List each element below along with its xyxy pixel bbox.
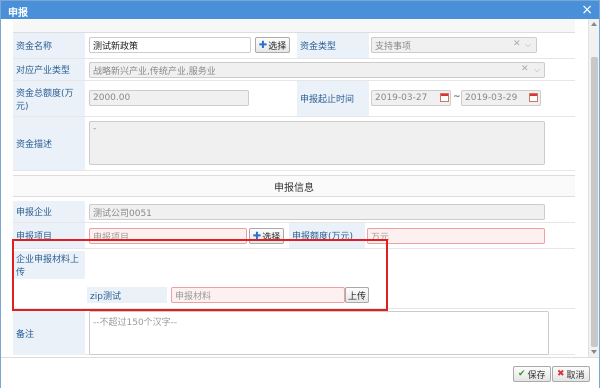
- save-button[interactable]: ✔ 保存: [513, 366, 551, 382]
- fund-type-value: 支持事项: [375, 41, 412, 52]
- row-remark: 备注 --不超过150个汉字--: [13, 309, 575, 355]
- save-label: 保存: [527, 370, 546, 381]
- highlight-box: [12, 239, 388, 311]
- remark-label: 备注: [13, 311, 85, 355]
- scroll-thumb[interactable]: [591, 57, 598, 347]
- desc-label: 资金描述: [13, 117, 85, 170]
- clear-icon[interactable]: ✕: [513, 39, 521, 49]
- dialog-titlebar: 申报 ×: [1, 1, 599, 19]
- fund-select-button[interactable]: ✚ 选择: [255, 37, 290, 53]
- row-company: 申报企业 测试公司0051: [13, 201, 575, 223]
- fund-name-input[interactable]: 测试新政策: [89, 37, 251, 53]
- row-fund-name: 资金名称 测试新政策 ✚ 选择 资金类型 支持事项 ✕ ⌵: [13, 33, 575, 59]
- company-label: 申报企业: [13, 201, 85, 222]
- section-header-top: [13, 19, 575, 33]
- clear-icon[interactable]: ✕: [521, 64, 529, 74]
- cancel-button[interactable]: ✖ 取消: [552, 366, 590, 382]
- total-input[interactable]: 2000.00: [89, 90, 249, 106]
- dialog-footer: ✔ 保存 ✖ 取消: [1, 357, 599, 388]
- calendar-icon[interactable]: [529, 93, 538, 102]
- period-label: 申报起止时间: [297, 81, 369, 116]
- row-total-period: 资金总额度(万 元) 2000.00 申报起止时间 2019-03-27 ~ 2…: [13, 81, 575, 117]
- total-label-line1: 资金总额度(万: [16, 88, 74, 99]
- date-separator: ~: [453, 92, 461, 102]
- plus-icon: ✚: [258, 39, 268, 51]
- check-icon: ✔: [518, 369, 526, 379]
- cancel-icon: ✖: [557, 369, 565, 379]
- amount-input[interactable]: 万元: [367, 228, 545, 244]
- fund-name-label: 资金名称: [13, 33, 85, 58]
- scroll-down-icon[interactable]: [591, 350, 597, 354]
- apply-dialog: 申报 × 资金名称 测试新政策 ✚ 选择 资金类型 支持事项 ✕ ⌵ 对应产业类型…: [0, 0, 600, 388]
- company-input[interactable]: 测试公司0051: [89, 204, 545, 220]
- dialog-title: 申报: [8, 8, 28, 19]
- section-title-apply: 申报信息: [13, 175, 575, 197]
- chevron-down-icon[interactable]: ⌵: [525, 40, 531, 50]
- fund-select-label: 选择: [268, 41, 287, 52]
- cancel-label: 取消: [566, 370, 585, 381]
- desc-textarea[interactable]: -: [89, 121, 545, 165]
- row-industry: 对应产业类型 战略新兴产业,传统产业,服务业 ✕ ⌵: [13, 59, 575, 81]
- chevron-down-icon[interactable]: ⌵: [534, 65, 540, 75]
- fund-type-label: 资金类型: [297, 33, 369, 58]
- industry-label: 对应产业类型: [13, 59, 85, 80]
- scrollbar[interactable]: [588, 19, 599, 357]
- industry-select[interactable]: 战略新兴产业,传统产业,服务业: [89, 62, 545, 78]
- calendar-icon[interactable]: [440, 93, 449, 102]
- scroll-up-icon[interactable]: [591, 22, 597, 26]
- row-description: 资金描述 -: [13, 117, 575, 171]
- industry-value: 战略新兴产业,传统产业,服务业: [93, 66, 216, 77]
- total-label: 资金总额度(万 元): [13, 81, 85, 116]
- close-icon[interactable]: ×: [581, 2, 593, 18]
- start-date-input[interactable]: 2019-03-27: [371, 90, 451, 106]
- remark-textarea[interactable]: --不超过150个汉字--: [89, 311, 549, 355]
- total-label-line2: 元): [16, 101, 29, 112]
